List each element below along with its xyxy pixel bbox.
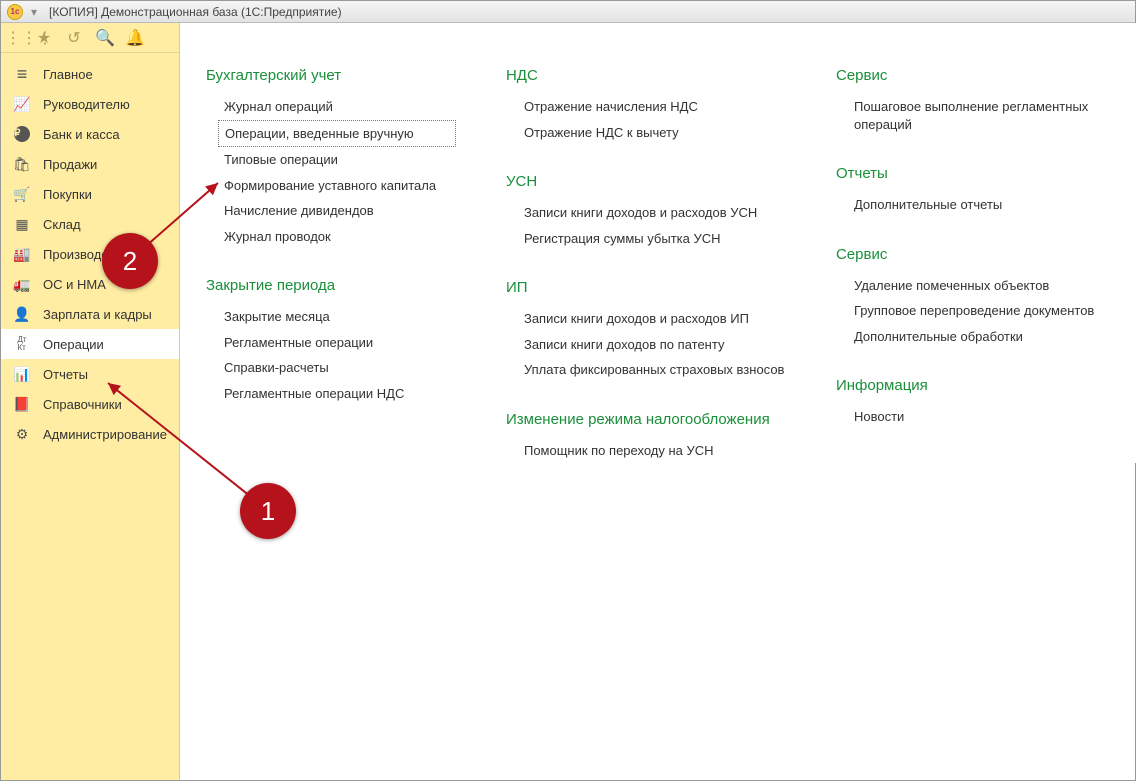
titlebar-dropdown-icon[interactable]: ▾ [27, 5, 41, 19]
menu-link[interactable]: Групповое перепроведение документов [836, 298, 1136, 324]
menu-link[interactable]: Формирование уставного капитала [206, 173, 456, 199]
chart-icon: 📈 [13, 95, 31, 113]
person-icon: 👤 [13, 305, 31, 323]
cart-icon: 🛒 [13, 185, 31, 203]
bell-icon[interactable]: 🔔 [125, 28, 143, 48]
menu-link[interactable]: Уплата фиксированных страховых взносов [506, 357, 786, 383]
menu-link[interactable]: Записи книги доходов и расходов ИП [506, 306, 786, 332]
nav-item-bag[interactable]: 🛍 Продажи [1, 149, 179, 179]
history-icon[interactable]: ↺ [65, 28, 83, 48]
window-title: [КОПИЯ] Демонстрационная база (1С:Предпр… [49, 5, 342, 19]
gear-icon: ⚙ [13, 425, 31, 443]
menu-link[interactable]: Помощник по переходу на УСН [506, 438, 786, 464]
search-icon[interactable]: 🔍 [95, 28, 113, 48]
nav-item-label: Операции [43, 337, 167, 352]
content: Бухгалтерский учет Журнал операцийОпераци… [180, 23, 1136, 463]
nav-item-chart[interactable]: 📈 Руководителю [1, 89, 179, 119]
nav-item-person[interactable]: 👤 Зарплата и кадры [1, 299, 179, 329]
menu-link[interactable]: Журнал операций [206, 94, 456, 120]
menu-link[interactable]: Справки-расчеты [206, 355, 456, 381]
group-heading: Отчеты [836, 165, 1136, 182]
star-icon[interactable]: ★ [35, 28, 53, 48]
menu-link[interactable]: Дополнительные обработки [836, 324, 1136, 350]
annotation-badge-2: 2 [102, 233, 158, 289]
menu-link[interactable]: Начисление дивидендов [206, 198, 456, 224]
dtkt-icon: ДтКт [13, 335, 31, 353]
nav-item-label: Склад [43, 217, 167, 232]
menu-link[interactable]: Отражение НДС к вычету [506, 120, 786, 146]
menu-link[interactable]: Регистрация суммы убытка УСН [506, 226, 786, 252]
menu-link[interactable]: Отражение начисления НДС [506, 94, 786, 120]
menu-icon: ≡ [13, 65, 31, 83]
nav-item-cart[interactable]: 🛒 Покупки [1, 179, 179, 209]
bars-icon: 📊 [13, 365, 31, 383]
column-3: Сервис Пошаговое выполнение регламентных … [836, 63, 1136, 430]
column-1: Бухгалтерский учет Журнал операцийОпераци… [206, 63, 456, 406]
ruble-icon: ₽ [13, 125, 31, 143]
menu-link[interactable]: Типовые операции [206, 147, 456, 173]
group-heading: Сервис [836, 67, 1136, 84]
nav-item-gear[interactable]: ⚙ Администрирование [1, 419, 179, 449]
menu-link[interactable]: Пошаговое выполнение регламентных операц… [836, 94, 1136, 137]
group-heading: Информация [836, 377, 1136, 394]
menu-link[interactable]: Регламентные операции НДС [206, 381, 456, 407]
menu-link[interactable]: Закрытие месяца [206, 304, 456, 330]
menu-link[interactable]: Удаление помеченных объектов [836, 273, 1136, 299]
annotation-badge-1: 1 [240, 483, 296, 539]
group-heading: ИП [506, 279, 786, 296]
nav-item-bars[interactable]: 📊 Отчеты [1, 359, 179, 389]
nav-item-label: Главное [43, 67, 167, 82]
group-heading: Бухгалтерский учет [206, 67, 456, 84]
bag-icon: 🛍 [13, 155, 31, 173]
menu-link[interactable]: Дополнительные отчеты [836, 192, 1136, 218]
book-icon: 📕 [13, 395, 31, 413]
factory-icon: 🏭 [13, 245, 31, 263]
apps-icon[interactable]: ⋮⋮⋮ [5, 28, 23, 48]
nav-item-label: Руководителю [43, 97, 167, 112]
nav-item-label: Администрирование [43, 427, 167, 442]
nav-item-book[interactable]: 📕 Справочники [1, 389, 179, 419]
menu-link[interactable]: Регламентные операции [206, 330, 456, 356]
group-heading: Закрытие периода [206, 277, 456, 294]
truck-icon: 🚛 [13, 275, 31, 293]
nav-item-ruble[interactable]: ₽ Банк и касса [1, 119, 179, 149]
group-heading: НДС [506, 67, 786, 84]
titlebar: 1c ▾ [КОПИЯ] Демонстрационная база (1С:П… [1, 1, 1135, 23]
sidebar-toolbar: ⋮⋮⋮ ★ ↺ 🔍 🔔 [1, 23, 179, 53]
sidebar: ⋮⋮⋮ ★ ↺ 🔍 🔔 ≡ Главное 📈 Руководителю ₽ Банк и… [1, 23, 180, 780]
menu-link[interactable]: Операции, введенные вручную [218, 120, 456, 148]
app-icon: 1c [7, 4, 23, 20]
menu-link[interactable]: Новости [836, 404, 1136, 430]
menu-link[interactable]: Журнал проводок [206, 224, 456, 250]
nav-item-label: Продажи [43, 157, 167, 172]
menu-link[interactable]: Записи книги доходов по патенту [506, 332, 786, 358]
column-2: НДС Отражение начисления НДСОтражение НДС… [506, 63, 786, 463]
nav-item-menu[interactable]: ≡ Главное [1, 59, 179, 89]
nav-item-label: Зарплата и кадры [43, 307, 167, 322]
nav-item-label: Банк и касса [43, 127, 167, 142]
nav-item-label: Покупки [43, 187, 167, 202]
menu-link[interactable]: Записи книги доходов и расходов УСН [506, 200, 786, 226]
nav-item-label: Справочники [43, 397, 167, 412]
nav-item-boxes[interactable]: ▦ Склад [1, 209, 179, 239]
group-heading: Изменение режима налогообложения [506, 411, 786, 428]
nav-item-dtkt[interactable]: ДтКт Операции [1, 329, 179, 359]
group-heading: УСН [506, 173, 786, 190]
nav-item-label: Отчеты [43, 367, 167, 382]
group-heading: Сервис [836, 246, 1136, 263]
boxes-icon: ▦ [13, 215, 31, 233]
